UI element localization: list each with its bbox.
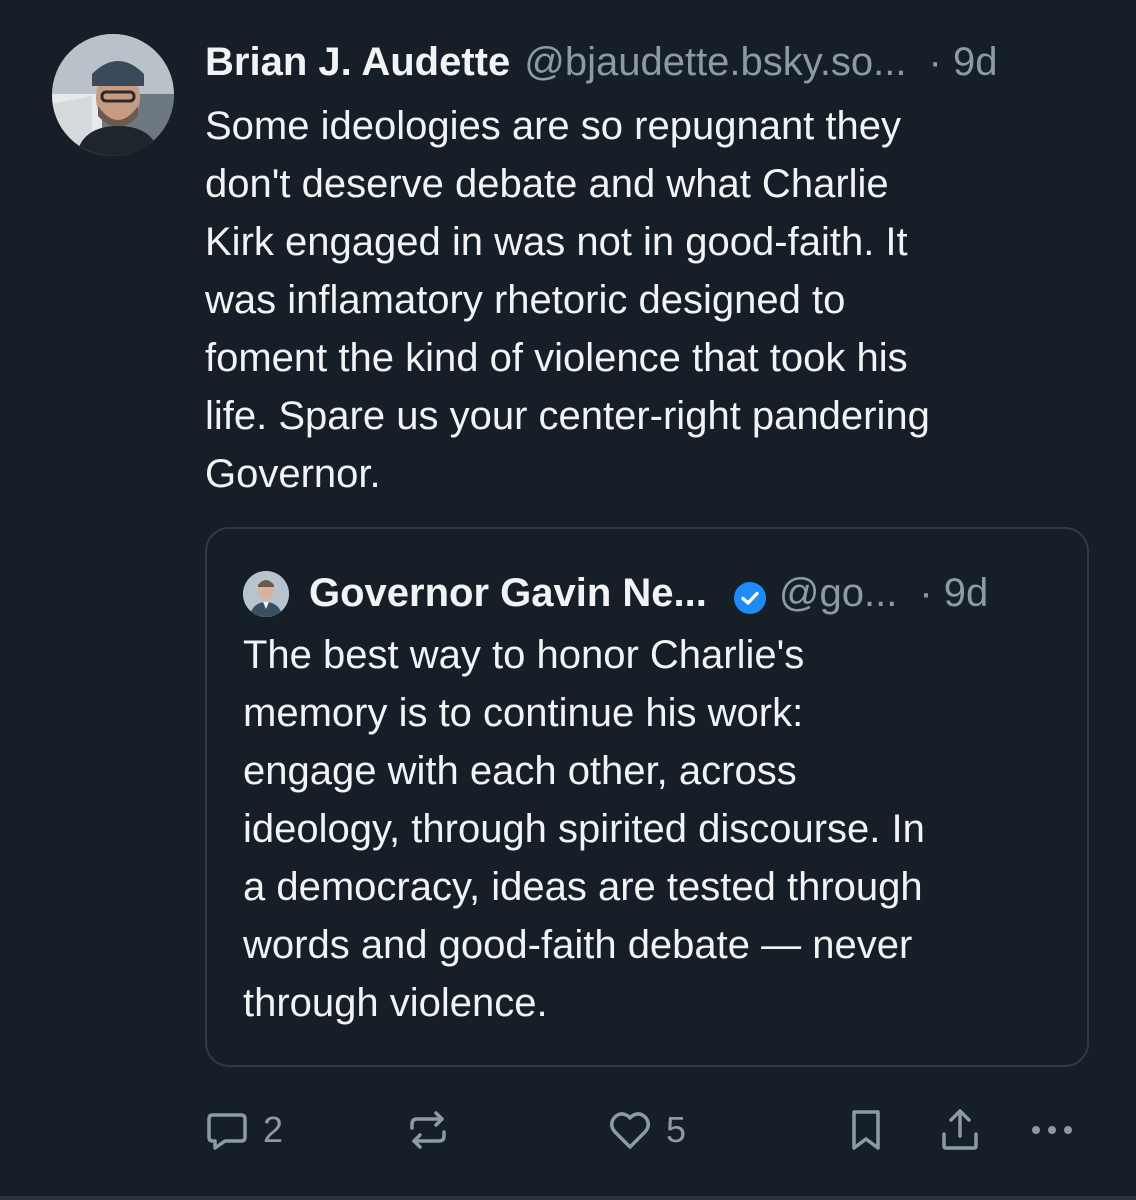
post-text: Some ideologies are so repugnant they do… [205, 97, 1085, 503]
user-avatar-photo-icon [52, 34, 174, 156]
reply-count: 2 [263, 1109, 284, 1150]
quoted-text-line: The best way to honor Charlie's [243, 633, 805, 677]
quoted-text-line: engage with each other, across [243, 749, 797, 793]
author-handle[interactable]: @bjaudette.bsky.so... [524, 36, 906, 88]
share-icon [942, 1109, 978, 1150]
more-icon [1032, 1126, 1072, 1134]
like-button[interactable]: 5 [606, 1100, 686, 1160]
post-text-line: don't deserve debate and what Charlie [205, 162, 889, 206]
divider [0, 1196, 1136, 1200]
bookmark-icon [852, 1110, 880, 1150]
repost-button[interactable] [404, 1100, 452, 1160]
post-text-line: Some ideologies are so repugnant they [205, 104, 902, 148]
share-button[interactable] [936, 1100, 984, 1160]
verified-check-icon [733, 576, 767, 614]
repost-icon [410, 1111, 446, 1149]
quoted-post[interactable]: Governor Gavin Ne... @go... · 9d The bes… [205, 527, 1089, 1067]
quoted-author-display-name[interactable]: Governor Gavin Ne... [309, 567, 707, 619]
quoted-text-line: ideology, through spirited discourse. In [243, 807, 925, 851]
post-actions-bar: 2 5 [0, 1100, 1136, 1160]
quoted-post-header: Governor Gavin Ne... @go... · 9d [309, 567, 988, 619]
quoted-text-line: through violence. [243, 981, 548, 1025]
author-display-name[interactable]: Brian J. Audette [205, 36, 510, 88]
post-timestamp[interactable]: · 9d [929, 36, 998, 88]
post[interactable]: Brian J. Audette @bjaudette.bsky.so... ·… [0, 0, 1136, 1200]
reply-icon [207, 1113, 247, 1150]
like-icon [610, 1112, 650, 1149]
post-text-line: Governor. [205, 452, 381, 496]
quoted-text-line: a democracy, ideas are tested through [243, 865, 923, 909]
quoted-avatar-photo-icon [243, 571, 289, 617]
post-header: Brian J. Audette @bjaudette.bsky.so... ·… [205, 36, 1105, 88]
bookmark-button[interactable] [842, 1100, 890, 1160]
more-options-button[interactable] [1028, 1100, 1076, 1160]
quoted-author-avatar[interactable] [243, 571, 289, 617]
post-text-line: life. Spare us your center-right panderi… [205, 394, 930, 438]
quoted-post-timestamp[interactable]: · 9d [919, 567, 988, 619]
post-text-line: Kirk engaged in was not in good-faith. I… [205, 220, 908, 264]
quoted-text-line: words and good-faith debate — never [243, 923, 913, 967]
post-text-line: was inflamatory rhetoric designed to [205, 278, 846, 322]
reply-button[interactable]: 2 [203, 1100, 283, 1160]
quoted-text-line: memory is to continue his work: [243, 691, 804, 735]
post-text-line: foment the kind of violence that took hi… [205, 336, 908, 380]
quoted-author-handle[interactable]: @go... [779, 567, 897, 619]
like-count: 5 [666, 1109, 687, 1150]
quoted-post-text: The best way to honor Charlie's memory i… [243, 626, 1073, 1032]
author-avatar[interactable] [52, 34, 174, 156]
